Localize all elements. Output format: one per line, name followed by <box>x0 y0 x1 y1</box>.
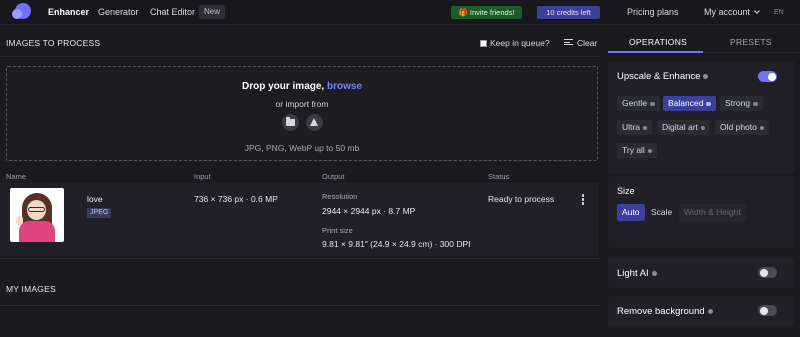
upscale-card: Upscale & Enhance Gentle Balanced Strong… <box>608 61 794 173</box>
info-icon[interactable] <box>707 309 713 314</box>
keep-in-queue-checkbox[interactable]: Keep in queue? <box>480 38 550 48</box>
mode-label: Ultra <box>622 122 640 132</box>
column-output: Output <box>322 172 345 181</box>
more-options-icon[interactable] <box>581 194 585 206</box>
print-size-label: Print size <box>322 226 353 235</box>
logo[interactable] <box>12 3 31 21</box>
mode-label: Try all <box>622 145 645 155</box>
drop-zone[interactable]: Drop your image, browse or import from J… <box>6 66 598 161</box>
light-ai-title-text: Light AI <box>617 268 649 279</box>
remove-background-title: Remove background <box>617 306 713 317</box>
info-icon[interactable] <box>706 101 711 106</box>
remove-background-title-text: Remove background <box>617 306 705 317</box>
tab-presets[interactable]: PRESETS <box>730 37 772 47</box>
resolution-label: Resolution <box>322 192 358 201</box>
input-size: 736 × 736 px · 0.6 MP <box>194 194 278 204</box>
upscale-title: Upscale & Enhance <box>617 71 709 82</box>
chevron-down-icon <box>754 8 760 14</box>
nav-chat-editor[interactable]: Chat Editor <box>150 7 195 17</box>
upscale-toggle[interactable] <box>758 71 777 82</box>
nav-enhancer[interactable]: Enhancer <box>48 7 89 17</box>
format-badge: JPEG <box>87 208 112 218</box>
light-ai-card: Light AI <box>608 258 794 288</box>
keep-in-queue-label: Keep in queue? <box>490 38 550 48</box>
column-input: Input <box>194 172 211 181</box>
size-width-height: Width & Height <box>679 204 746 221</box>
google-drive-icon <box>310 118 318 126</box>
light-ai-toggle[interactable] <box>758 267 777 278</box>
images-to-process-title: IMAGES TO PROCESS <box>6 38 101 48</box>
drop-title-text: Drop your image, <box>241 81 325 92</box>
nav-generator[interactable]: Generator <box>98 7 139 17</box>
tab-operations[interactable]: OPERATIONS <box>629 37 687 47</box>
clear-label: Clear <box>577 38 598 48</box>
info-icon[interactable] <box>647 148 653 153</box>
size-title: Size <box>617 186 635 196</box>
mode-label: Balanced <box>668 98 704 108</box>
info-icon[interactable] <box>650 101 655 106</box>
mode-label: Old photo <box>720 122 757 132</box>
my-images-title: MY IMAGES <box>6 284 56 294</box>
column-status: Status <box>488 172 510 181</box>
info-icon[interactable] <box>753 101 758 106</box>
light-ai-title: Light AI <box>617 268 657 279</box>
status-text: Ready to process <box>488 194 555 204</box>
mode-balanced[interactable]: Balanced <box>663 96 716 111</box>
mode-label: Gentle <box>622 98 648 108</box>
my-account-menu[interactable]: My account <box>704 7 760 17</box>
print-size: 9.81 × 9.81" (24.9 × 24.9 cm) · 300 DPI <box>322 239 471 249</box>
new-badge: New <box>199 5 226 19</box>
supported-formats: JPG, PNG, WebP up to 50 mb <box>244 143 360 153</box>
output-resolution: 2944 × 2944 px · 8.7 MP <box>322 206 416 216</box>
file-name: love <box>87 194 103 204</box>
remove-background-toggle[interactable] <box>758 305 777 316</box>
my-account-label: My account <box>704 7 751 17</box>
mode-ultra[interactable]: Ultra <box>617 120 653 135</box>
import-from-label: or import from <box>275 99 329 109</box>
pricing-plans-link[interactable]: Pricing plans <box>627 7 679 17</box>
import-drive-button[interactable] <box>306 114 323 131</box>
size-scale[interactable]: Scale <box>646 204 677 221</box>
info-icon[interactable] <box>642 125 648 130</box>
info-icon[interactable] <box>759 125 765 130</box>
active-tab-indicator <box>608 51 703 53</box>
credits-badge[interactable]: 10 credits left <box>537 6 600 19</box>
mode-label: Strong <box>725 98 751 108</box>
divider <box>0 305 600 306</box>
drop-title: Drop your image, browse <box>7 81 597 92</box>
import-folder-button[interactable] <box>282 114 299 131</box>
column-name: Name <box>6 172 27 181</box>
size-auto[interactable]: Auto <box>617 204 645 221</box>
upscale-title-text: Upscale & Enhance <box>617 71 701 82</box>
mode-label: Digital art <box>662 122 698 132</box>
divider <box>0 56 600 57</box>
info-icon[interactable] <box>700 125 706 130</box>
invite-friends-button[interactable]: 🎁 Invite friends! <box>451 6 522 19</box>
mode-gentle[interactable]: Gentle <box>617 96 660 111</box>
info-icon[interactable] <box>651 271 657 276</box>
clear-button[interactable]: Clear <box>564 38 597 48</box>
mode-strong[interactable]: Strong <box>720 96 763 111</box>
mode-try-all[interactable]: Try all <box>617 143 658 158</box>
mode-old-photo[interactable]: Old photo <box>715 120 770 135</box>
divider <box>0 258 600 259</box>
browse-link[interactable]: browse <box>327 81 362 92</box>
checkbox-icon[interactable] <box>480 40 487 47</box>
language-selector[interactable]: EN <box>774 9 784 16</box>
clear-list-icon <box>564 39 573 45</box>
remove-background-card: Remove background <box>608 296 794 326</box>
mode-digital-art[interactable]: Digital art <box>657 120 711 135</box>
info-icon[interactable] <box>703 74 709 79</box>
image-thumbnail[interactable] <box>10 188 64 242</box>
folder-icon <box>286 117 295 126</box>
top-bar: Enhancer Generator Chat Editor New 🎁 Inv… <box>0 0 800 25</box>
